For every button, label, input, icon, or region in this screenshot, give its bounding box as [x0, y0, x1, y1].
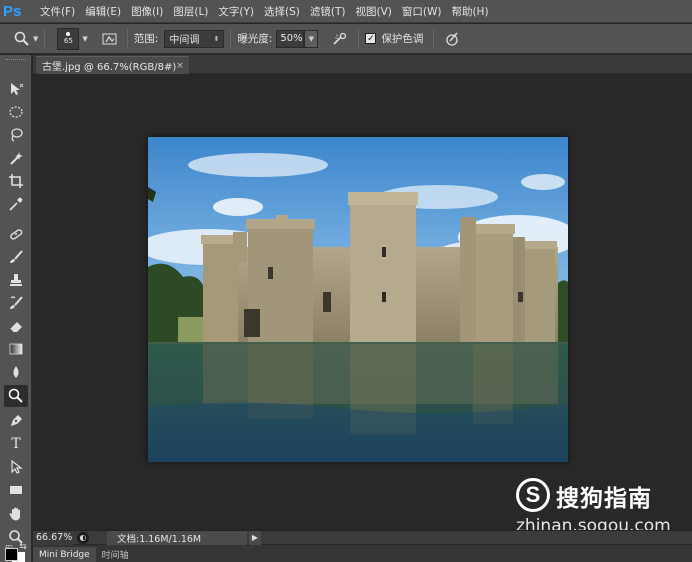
type-icon[interactable]: T	[4, 433, 28, 455]
close-icon[interactable]: ×	[176, 61, 184, 71]
dodge-tool-icon[interactable]	[14, 31, 30, 47]
pen-icon[interactable]	[4, 410, 28, 432]
menu-view[interactable]: 视图(V)	[355, 4, 391, 19]
divider	[358, 28, 360, 49]
tools-panel: T ◰ ⇆	[0, 55, 32, 562]
document-tab-title: 古堡.jpg @ 66.7%(RGB/8#)	[42, 62, 177, 73]
gradient-icon[interactable]	[4, 338, 28, 360]
menu-file[interactable]: 文件(F)	[40, 4, 75, 19]
brush-dot-icon	[66, 32, 71, 36]
hand-icon[interactable]	[4, 503, 28, 525]
exposure-dropdown-button[interactable]: ▼	[304, 29, 319, 48]
menu-image[interactable]: 图像(I)	[131, 4, 163, 19]
watermark-title: 搜狗指南	[556, 486, 652, 512]
clone-stamp-icon[interactable]	[4, 269, 28, 291]
eyedropper-icon[interactable]	[4, 193, 28, 215]
exposure-label: 曝光度:	[237, 33, 273, 45]
blur-icon[interactable]	[4, 361, 28, 383]
sogou-watermark: S 搜狗指南 zhinan.sogou.com	[516, 478, 686, 538]
menu-type[interactable]: 文字(Y)	[218, 4, 254, 19]
document-tab-strip: 古堡.jpg @ 66.7%(RGB/8#) ×	[33, 55, 692, 74]
rectangle-icon[interactable]	[4, 479, 28, 501]
exposure-input[interactable]: 50%	[276, 29, 305, 48]
brush-dropdown-arrow-icon[interactable]: ▼	[82, 35, 87, 43]
brush-icon[interactable]	[4, 246, 28, 268]
menu-select[interactable]: 选择(S)	[264, 4, 300, 19]
divider	[230, 28, 232, 49]
status-info-icon[interactable]: ◐	[77, 531, 89, 544]
dodge-icon[interactable]	[4, 385, 28, 407]
divider	[126, 28, 128, 49]
divider	[44, 28, 46, 49]
range-select[interactable]: 中间调 ⬍	[164, 29, 225, 48]
menu-window[interactable]: 窗口(W)	[402, 4, 442, 19]
brush-panel-icon[interactable]	[102, 32, 117, 46]
quick-select-icon[interactable]	[4, 147, 28, 169]
tab-mini-bridge[interactable]: Mini Bridge	[33, 547, 96, 562]
sogou-logo: S	[516, 478, 550, 512]
menu-bar: Ps 文件(F) 编辑(E) 图像(I) 图层(L) 文字(Y) 选择(S) 滤…	[0, 0, 692, 23]
history-brush-icon[interactable]	[4, 292, 28, 314]
status-menu-arrow-icon[interactable]: ▶	[249, 530, 261, 545]
document-canvas[interactable]	[33, 75, 692, 529]
tab-timeline[interactable]: 时间轴	[96, 547, 135, 562]
airbrush-icon[interactable]	[332, 32, 348, 46]
menu-filter[interactable]: 滤镜(T)	[310, 4, 346, 19]
protect-tones-label: 保护色调	[381, 33, 424, 45]
menu-layer[interactable]: 图层(L)	[173, 4, 208, 19]
protect-tones-checkbox[interactable]: ✓	[365, 33, 377, 44]
document-tab[interactable]: 古堡.jpg @ 66.7%(RGB/8#) ×	[36, 56, 189, 74]
panel-grip[interactable]	[6, 59, 26, 62]
crop-icon[interactable]	[4, 170, 28, 192]
document-info: 文档:1.16M/1.16M	[107, 530, 247, 545]
range-label: 范围:	[133, 33, 159, 45]
tool-preset-arrow-icon[interactable]: ▼	[33, 35, 38, 43]
range-value: 中间调	[169, 35, 200, 46]
healing-brush-icon[interactable]	[4, 223, 28, 245]
divider	[433, 28, 435, 49]
pressure-size-icon[interactable]	[444, 31, 460, 47]
brush-preset-picker[interactable]: 65	[57, 27, 80, 50]
move-icon[interactable]	[4, 78, 28, 100]
castle-photo	[148, 137, 568, 462]
photoshop-logo: Ps	[3, 2, 22, 20]
select-arrows-icon: ⬍	[213, 34, 220, 43]
brush-size: 65	[63, 37, 73, 45]
menu-help[interactable]: 帮助(H)	[451, 4, 488, 19]
status-bar: 66.67% ◐ 文档:1.16M/1.16M ▶	[33, 530, 692, 545]
menu-edit[interactable]: 编辑(E)	[85, 4, 121, 19]
path-select-icon[interactable]	[4, 456, 28, 478]
bottom-panel-tabs: Mini Bridge 时间轴	[33, 545, 692, 562]
lasso-icon[interactable]	[4, 124, 28, 146]
eraser-icon[interactable]	[4, 315, 28, 337]
zoom-level[interactable]: 66.67%	[33, 530, 73, 545]
marquee-icon[interactable]	[4, 101, 28, 123]
foreground-color-swatch[interactable]	[5, 548, 18, 561]
options-bar: ▼ 65 ▼ 范围: 中间调 ⬍ 曝光度: 50% ▼ ✓ 保护色调	[0, 24, 692, 54]
